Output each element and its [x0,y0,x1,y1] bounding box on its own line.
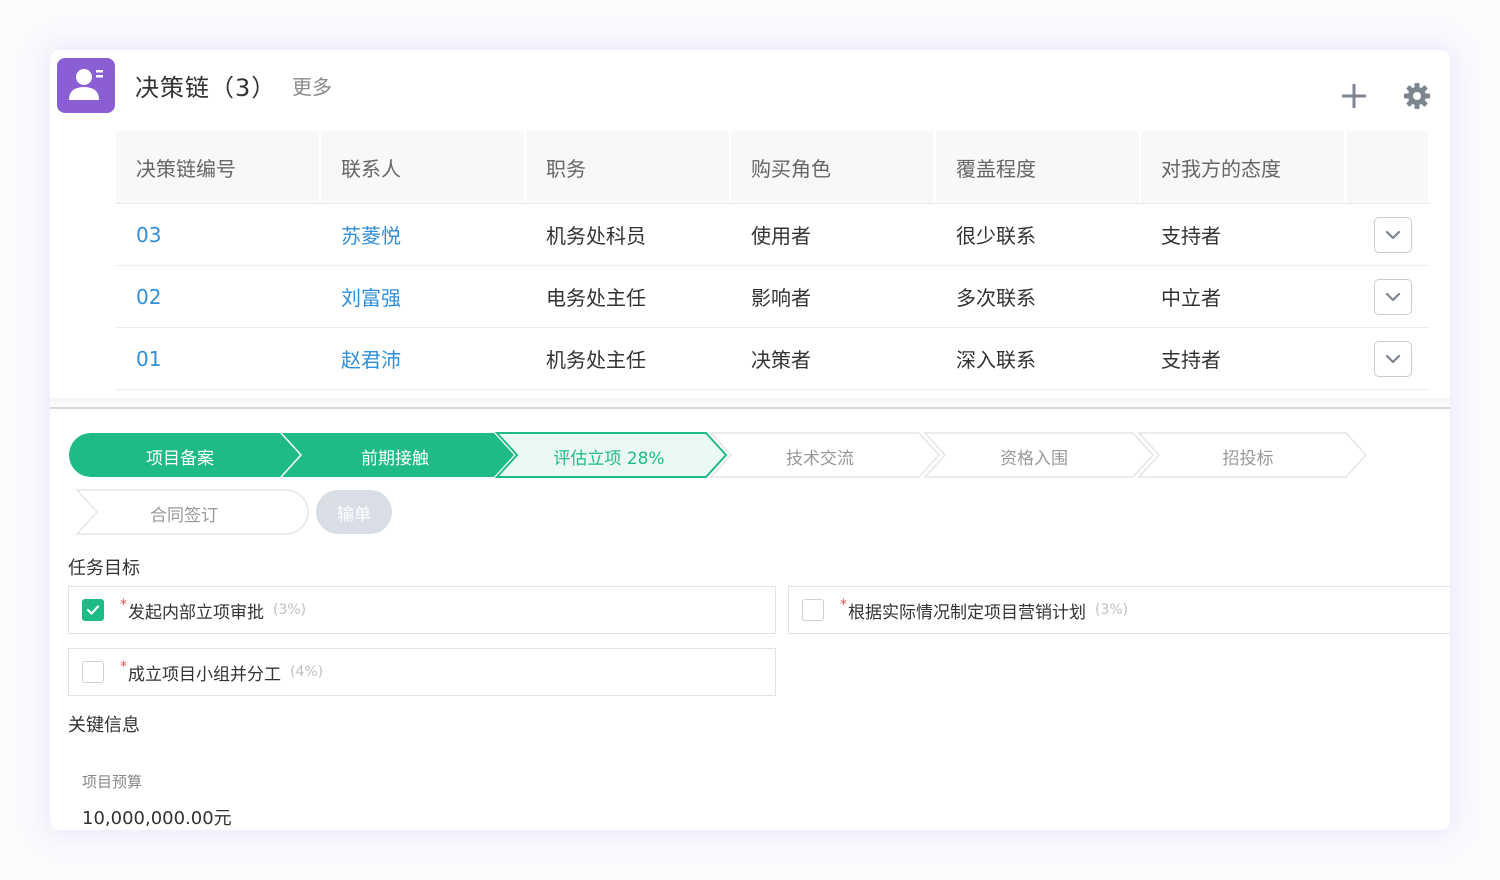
task-item: * 根据实际情况制定项目营销计划 (3%) [788,586,1450,634]
sales-stage-bar: 项目备案 前期接触 评估立项 28% 技术交流 资格入围 招投标 合同签订 输单 [50,50,1450,550]
stage-label-contract[interactable]: 合同签订 [150,501,218,526]
task-name: 发起内部立项审批 [128,602,264,623]
task-weight: (3%) [273,602,307,618]
task-name: 成立项目小组并分工 [128,664,281,685]
task-checkbox[interactable] [802,599,824,621]
task-item: * 成立项目小组并分工 (4%) [68,648,776,696]
stage-arrows [69,432,1368,535]
decision-chain-card: 决策链（3） 更多 决策链编号 联系人 职务 购买角色 覆盖程度 对我方的态度 … [50,50,1450,830]
budget-label: 项目预算 [82,773,143,791]
task-name: 根据实际情况制定项目营销计划 [848,602,1086,623]
task-goals-title: 任务目标 [68,558,140,579]
page-background: 决策链（3） 更多 决策链编号 联系人 职务 购买角色 覆盖程度 对我方的态度 … [0,0,1500,880]
stage-label-bidding[interactable]: 招投标 [1223,444,1274,469]
required-mark: * [840,597,847,613]
stage-label-project-record[interactable]: 项目备案 [146,444,214,469]
stage-label-evaluation[interactable]: 评估立项 28% [553,444,664,469]
lose-deal-button[interactable]: 输单 [316,490,392,534]
task-item: * 发起内部立项审批 (3%) [68,586,776,634]
budget-value: 10,000,000.00元 [82,808,232,829]
check-icon [86,605,100,615]
required-mark: * [120,597,127,613]
task-checkbox[interactable] [82,599,104,621]
required-mark: * [120,659,127,675]
stage-label-qualification[interactable]: 资格入围 [1000,444,1068,469]
task-weight: (3%) [1095,602,1129,618]
key-info-title: 关键信息 [68,715,140,736]
task-checkbox[interactable] [82,661,104,683]
task-weight: (4%) [290,664,324,680]
stage-label-tech-exchange[interactable]: 技术交流 [786,444,854,469]
stage-label-early-contact[interactable]: 前期接触 [361,444,429,469]
